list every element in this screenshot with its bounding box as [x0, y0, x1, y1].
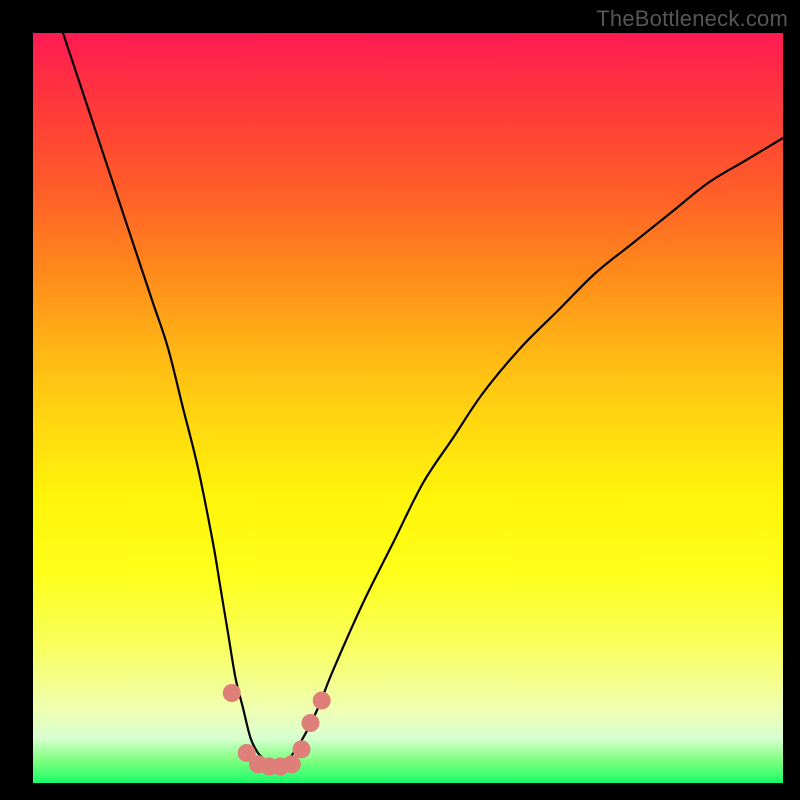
chart-svg	[33, 33, 783, 783]
data-point	[313, 692, 331, 710]
chart-frame: TheBottleneck.com	[0, 0, 800, 800]
data-point	[223, 684, 241, 702]
data-point	[283, 755, 301, 773]
watermark-text: TheBottleneck.com	[596, 6, 788, 32]
bottleneck-curve	[63, 33, 783, 769]
data-point	[293, 740, 311, 758]
data-point	[302, 714, 320, 732]
plot-area	[33, 33, 783, 783]
data-markers	[223, 684, 331, 776]
